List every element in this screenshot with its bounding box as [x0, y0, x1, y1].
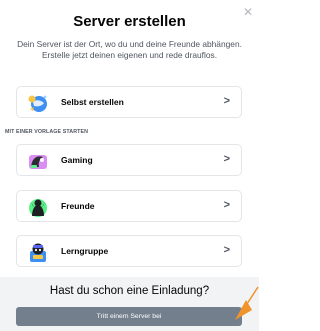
- template-study-group-button[interactable]: Lerngruppe >: [16, 235, 242, 267]
- modal-subtitle: Dein Server ist der Ort, wo du und deine…: [4, 39, 255, 61]
- create-own-button[interactable]: Selbst erstellen >: [16, 86, 242, 118]
- template-section-label: MIT EINER VORLAGE STARTEN: [5, 129, 89, 135]
- subtitle-line-1: Dein Server ist der Ort, wo du und deine…: [17, 39, 242, 49]
- study-group-template-icon: [30, 243, 46, 262]
- join-footer: Hast du schon eine Einladung? Tritt eine…: [0, 277, 259, 331]
- template-friends-label: Freunde: [61, 201, 95, 211]
- chevron-right-icon: >: [223, 244, 230, 256]
- friends-template-icon: [29, 199, 47, 217]
- join-footer-title: Hast du schon eine Einladung?: [49, 285, 210, 297]
- chevron-right-icon: >: [223, 95, 230, 107]
- gaming-template-icon: [29, 155, 47, 169]
- chevron-right-icon: >: [223, 153, 230, 165]
- subtitle-line-2: Erstelle jetzt deinen eigenen und rede d…: [41, 50, 218, 60]
- template-gaming-button[interactable]: Gaming >: [16, 144, 242, 176]
- template-study-group-label: Lerngruppe: [61, 246, 109, 256]
- annotation-arrow-icon: [235, 286, 259, 320]
- join-server-button[interactable]: Tritt einem Server bei: [16, 307, 242, 326]
- globe-create-icon: [28, 95, 47, 112]
- modal-title: Server erstellen: [73, 13, 186, 30]
- create-server-modal: ✕ Server erstellen Dein Server ist der O…: [0, 0, 259, 331]
- template-friends-button[interactable]: Freunde >: [16, 190, 242, 222]
- template-gaming-label: Gaming: [61, 155, 93, 165]
- create-own-label: Selbst erstellen: [61, 97, 124, 107]
- chevron-right-icon: >: [223, 199, 230, 211]
